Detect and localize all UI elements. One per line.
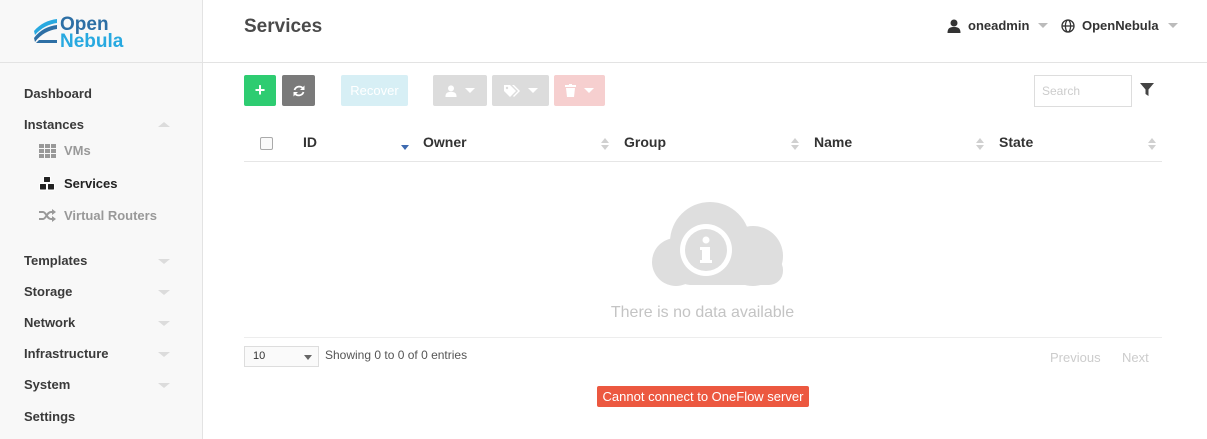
sort-icon[interactable]: [976, 138, 984, 150]
sidebar-item-label: Virtual Routers: [64, 208, 157, 223]
sidebar: Open Nebula Dashboard Instances VMs Serv…: [0, 0, 203, 439]
column-header-state[interactable]: State: [999, 134, 1033, 150]
zone-name: OpenNebula: [1082, 18, 1159, 33]
nebula-logo-icon: [34, 19, 57, 43]
previous-page-button[interactable]: Previous: [1050, 350, 1101, 365]
sidebar-item-instances[interactable]: Instances: [24, 117, 84, 132]
change-owner-button[interactable]: [433, 75, 487, 106]
error-alert: Cannot connect to OneFlow server: [597, 386, 809, 407]
sidebar-item-storage[interactable]: Storage: [24, 284, 72, 299]
sidebar-item-templates[interactable]: Templates: [24, 253, 87, 268]
page-title: Services: [244, 16, 323, 37]
sidebar-item-system[interactable]: System: [24, 377, 70, 392]
delete-button[interactable]: [554, 75, 605, 106]
grid-icon: [39, 143, 56, 158]
chevron-down-icon: [1167, 23, 1178, 28]
chevron-down-icon: [527, 88, 538, 93]
refresh-button[interactable]: [282, 75, 315, 106]
collapse-arrow-icon[interactable]: [158, 122, 170, 127]
sidebar-item-settings[interactable]: Settings: [24, 409, 75, 424]
sidebar-item-label: VMs: [64, 143, 91, 158]
select-all-checkbox[interactable]: [260, 137, 273, 150]
random-icon: [39, 209, 56, 222]
column-header-id[interactable]: ID: [303, 134, 317, 150]
table-header: ID Owner Group Name State: [244, 126, 1162, 162]
table-footer-divider: [244, 337, 1162, 338]
sort-desc-icon[interactable]: [401, 145, 409, 150]
trash-icon: [565, 84, 576, 97]
expand-arrow-icon[interactable]: [158, 290, 170, 295]
expand-arrow-icon[interactable]: [158, 352, 170, 357]
user-icon: [445, 84, 457, 97]
search-input[interactable]: [1034, 75, 1132, 107]
sort-icon[interactable]: [791, 138, 799, 150]
opennebula-logo[interactable]: Open Nebula: [32, 15, 142, 52]
empty-table-message: There is no data available: [610, 304, 795, 321]
filter-icon[interactable]: [1140, 83, 1154, 97]
sidebar-divider: [0, 62, 203, 63]
sort-icon[interactable]: [601, 138, 609, 150]
column-header-name[interactable]: Name: [814, 134, 852, 150]
sidebar-item-virtual-routers[interactable]: Virtual Routers: [39, 208, 157, 223]
user-name: oneadmin: [968, 18, 1030, 33]
recover-button[interactable]: Recover: [341, 75, 408, 106]
sidebar-item-services[interactable]: Services: [39, 176, 118, 191]
user-menu[interactable]: oneadmin: [947, 18, 1049, 33]
chevron-down-icon: [465, 88, 475, 93]
create-button[interactable]: +: [244, 75, 276, 106]
chevron-down-icon: [1038, 23, 1049, 28]
user-icon: [947, 19, 961, 33]
page-length-value: 10: [253, 350, 266, 362]
next-page-button[interactable]: Next: [1122, 350, 1149, 365]
sidebar-item-dashboard[interactable]: Dashboard: [24, 86, 92, 101]
chevron-down-icon: [584, 88, 594, 93]
cloud-info-icon: [652, 202, 783, 286]
page-length-select[interactable]: 10: [244, 346, 319, 367]
column-header-owner[interactable]: Owner: [423, 134, 467, 150]
sort-icon[interactable]: [1148, 138, 1156, 150]
refresh-icon: [293, 85, 304, 96]
cubes-icon: [39, 176, 55, 191]
header-divider: [203, 62, 1207, 63]
column-header-group[interactable]: Group: [624, 134, 666, 150]
sidebar-item-label: Services: [64, 176, 118, 191]
expand-arrow-icon[interactable]: [158, 259, 170, 264]
brand-line-2: Nebula: [60, 31, 124, 52]
sidebar-item-vms[interactable]: VMs: [39, 143, 91, 158]
zone-menu[interactable]: OpenNebula: [1061, 18, 1178, 33]
expand-arrow-icon[interactable]: [158, 383, 170, 388]
labels-button[interactable]: [492, 75, 549, 106]
chevron-down-icon: [304, 355, 312, 360]
sidebar-item-infrastructure[interactable]: Infrastructure: [24, 346, 109, 361]
tags-icon: [503, 84, 520, 97]
table-info: Showing 0 to 0 of 0 entries: [325, 348, 468, 362]
globe-icon: [1061, 18, 1075, 33]
